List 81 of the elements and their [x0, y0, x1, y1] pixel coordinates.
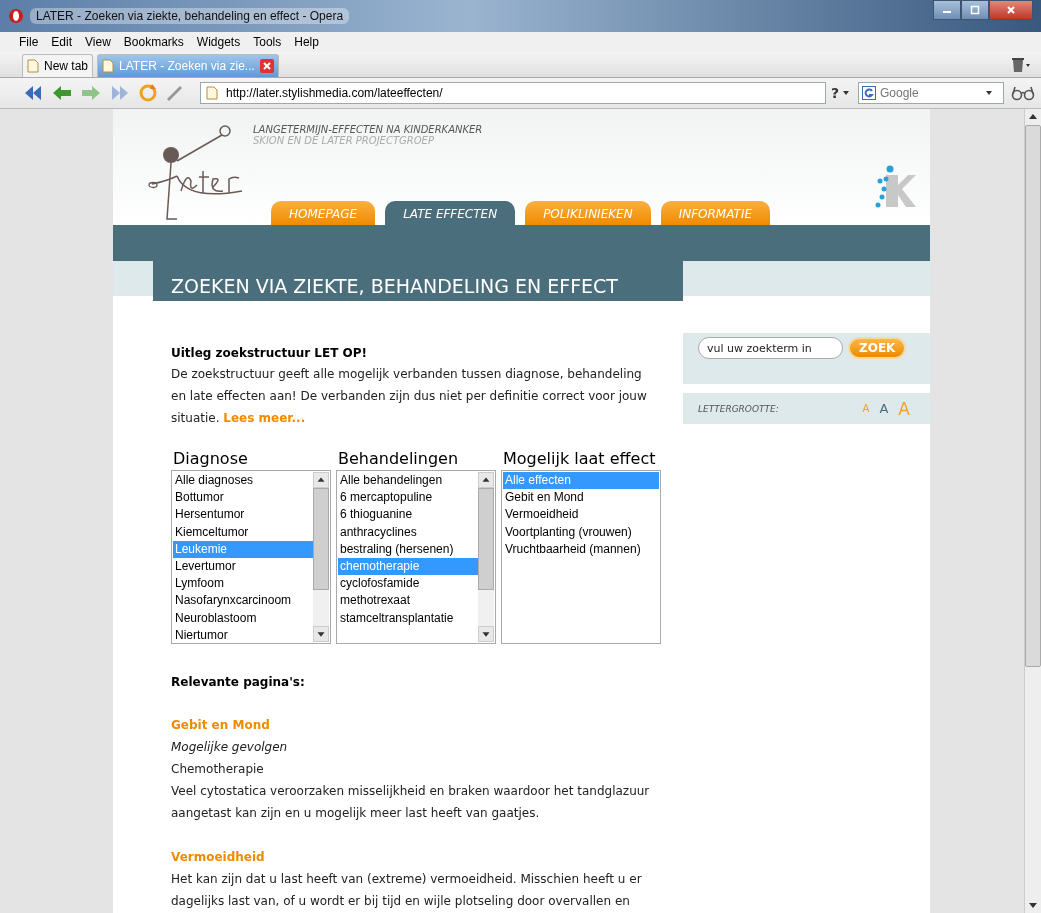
- menu-item[interactable]: Help: [294, 35, 319, 49]
- scrollbar[interactable]: [478, 472, 494, 642]
- scroll-down-icon[interactable]: [478, 626, 494, 642]
- maximize-button[interactable]: [961, 0, 989, 20]
- list-option[interactable]: Voortplanting (vrouwen): [503, 523, 659, 541]
- list-option[interactable]: bestraling (hersenen): [338, 540, 478, 558]
- list-option[interactable]: Nasofarynxcarcinoom: [173, 592, 313, 610]
- list-box[interactable]: Alle effecten Gebit en Mond Vermoeidheid Voortplanting (vrouwen) Vruchtbaarheid (mannen): [501, 470, 661, 644]
- menu-item[interactable]: Tools: [253, 35, 282, 49]
- list-option[interactable]: Niertumor: [173, 626, 313, 642]
- reload-icon[interactable]: [138, 83, 158, 103]
- list-option[interactable]: 6 thioguanine: [338, 506, 478, 524]
- list-option[interactable]: Levertumor: [173, 557, 313, 576]
- list-option[interactable]: Lymfoom: [173, 575, 313, 593]
- scroll-thumb[interactable]: [478, 488, 494, 590]
- section-text: Het kan zijn dat u last heeft van (extreme) vermoeidheid. Misschien heeft u er dagelijks last van, of u wordt er bij tijd en wijle plotseling door overvallen en: [171, 871, 643, 910]
- menu-item[interactable]: Bookmarks: [123, 35, 184, 49]
- close-icon: [1006, 5, 1016, 15]
- list-option[interactable]: methotrexaat: [338, 592, 478, 610]
- browser-tab[interactable]: New tab: [22, 54, 94, 77]
- back-arrow-icon[interactable]: [51, 84, 73, 102]
- page-icon: [27, 59, 39, 73]
- url-text: http://later.stylishmedia.com/lateeffecten/: [226, 86, 443, 100]
- nav-tab[interactable]: LATE EFFECTEN: [385, 201, 516, 225]
- list-option[interactable]: Vruchtbaarheid (mannen): [503, 540, 659, 558]
- menu-item[interactable]: View: [85, 35, 111, 49]
- close-button[interactable]: [989, 0, 1033, 20]
- search-bar[interactable]: Google: [858, 82, 1004, 104]
- scroll-up-icon[interactable]: [313, 472, 329, 488]
- font-size-option[interactable]: A: [879, 401, 889, 416]
- list-option[interactable]: Gebit en Mond: [503, 489, 659, 507]
- maximize-icon: [970, 5, 980, 15]
- close-tab-icon[interactable]: [259, 59, 274, 73]
- list-option[interactable]: Alle diagnoses: [173, 472, 313, 490]
- menu-item[interactable]: Widgets: [196, 35, 241, 49]
- font-size-label: LETTERGROOTTE:: [698, 403, 779, 414]
- list-box[interactable]: Alle behandelingen 6 mercaptopuline 6 thioguanine anthracyclines bestraling (hersenen) chemotherapie cyclofosfamide methotrexaat stamceltransplantatie: [336, 470, 496, 644]
- list-box[interactable]: Alle diagnoses Bottumor Hersentumor Kiemceltumor Leukemie Levertumor Lymfoom Nasofarynxcarcinoom Neuroblastoom Niertumor: [171, 470, 331, 644]
- page-title: ZOEKEN VIA ZIEKTE, BEHANDELING EN EFFECT: [153, 261, 683, 301]
- g-logo-icon: [862, 86, 876, 100]
- scroll-thumb[interactable]: [313, 488, 329, 590]
- section-text: Chemotherapie: [171, 761, 265, 778]
- scroll-up-icon[interactable]: [478, 472, 494, 488]
- minimize-button[interactable]: [933, 0, 961, 20]
- intro-heading: Uitleg zoekstructuur LET OP!: [171, 345, 368, 362]
- site-tagline: LANGETERMIJN-EFFECTEN NA KINDERKANKER: [253, 124, 483, 135]
- intro-paragraph: De zoekstructuur geeft alle mogelijk verbanden tussen diagnose, behandeling en late effecten aan! De verbanden zijn dus niet per definitie correct voor jouw situatie. Lees meer...: [171, 366, 648, 427]
- list-option[interactable]: anthracyclines: [338, 523, 478, 541]
- pen-icon[interactable]: [165, 83, 185, 103]
- glasses-icon[interactable]: [1011, 85, 1035, 101]
- list-option[interactable]: Hersentumor: [173, 506, 313, 524]
- section-subtitle: Mogelijke gevolgen: [171, 739, 289, 756]
- list-option[interactable]: Alle behandelingen: [338, 472, 478, 490]
- menu-item[interactable]: File: [19, 35, 39, 49]
- opera-logo-icon: [8, 8, 24, 24]
- window-title: LATER - Zoeken via ziekte, behandeling en effect - Opera: [30, 8, 350, 24]
- list-label: Behandelingen: [337, 448, 460, 470]
- list-option[interactable]: stamceltransplantatie: [338, 609, 478, 627]
- help-button[interactable]: ?: [830, 85, 839, 101]
- trash-icon[interactable]: [1011, 56, 1031, 73]
- scroll-thumb[interactable]: [1025, 125, 1041, 667]
- list-option[interactable]: Vermoeidheid: [503, 506, 659, 524]
- site-search-field[interactable]: vul uw zoekterm in: [698, 337, 843, 359]
- page-icon: [206, 86, 218, 100]
- site-subtagline: SKION EN DE LATER PROJECTGROEP: [253, 135, 435, 146]
- list-label: Mogelijk laat effect: [502, 448, 657, 470]
- page-icon: [102, 59, 115, 73]
- list-option[interactable]: Bottumor: [173, 489, 313, 507]
- search-field[interactable]: Google: [880, 86, 980, 100]
- list-option[interactable]: Kiemceltumor: [173, 523, 313, 541]
- list-option[interactable]: Neuroblastoom: [173, 609, 313, 627]
- scrollbar[interactable]: [313, 472, 329, 642]
- menu-item[interactable]: Edit: [51, 35, 73, 49]
- relevant-heading: Relevante pagina's:: [171, 674, 306, 691]
- list-option[interactable]: 6 mercaptopuline: [338, 489, 478, 507]
- section-text: Veel cytostatica veroorzaken misselijkheid en braken waardoor het tandglazuur aangetast kan zijn en u mogelijk meer last heeft van gaatjes.: [171, 783, 651, 822]
- page-scrollbar[interactable]: [1024, 109, 1041, 913]
- scroll-down-icon[interactable]: [313, 626, 329, 642]
- list-option[interactable]: cyclofosfamide: [338, 575, 478, 593]
- address-field[interactable]: http://later.stylishmedia.com/lateeffecten/: [200, 82, 826, 104]
- list-label: Diagnose: [172, 448, 249, 470]
